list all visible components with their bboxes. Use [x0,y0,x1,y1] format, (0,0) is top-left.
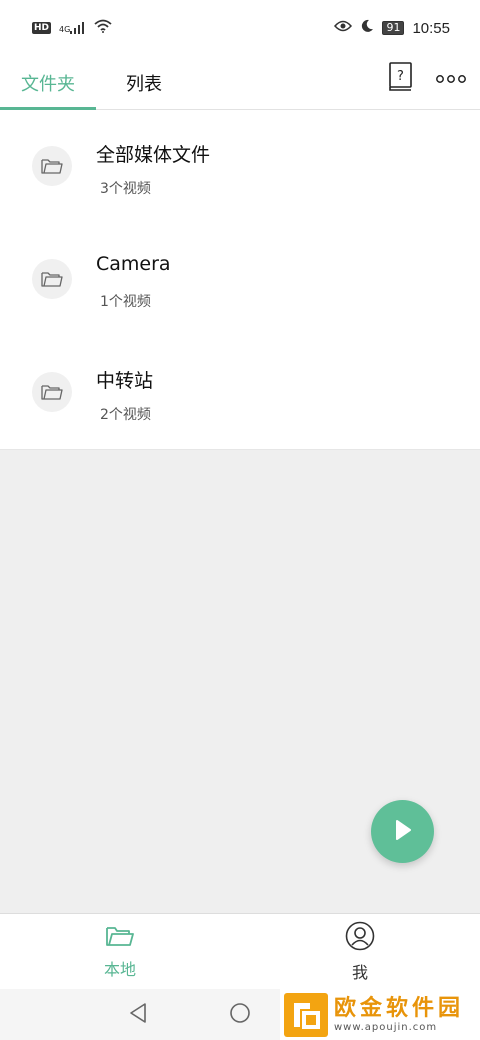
folder-icon [32,372,72,412]
home-icon [229,1002,251,1028]
watermark-title: 欧金软件园 [334,995,465,1021]
battery-icon: 91 [382,21,405,35]
watermark: 欧金软件园 www.apoujin.com [280,989,480,1040]
watermark-subtitle: www.apoujin.com [334,1021,438,1033]
nav-item-local[interactable]: 本地 [0,914,240,990]
eye-icon [334,20,353,36]
play-fab-button[interactable] [371,800,434,863]
folder-name: Camera [96,253,171,275]
moon-icon [360,19,374,37]
svg-text:?: ? [397,69,404,84]
folder-video-count: 1个视频 [100,294,151,310]
status-left: HD 4G [32,19,112,37]
nav-label-local: 本地 [103,960,136,979]
watermark-text: 欧金软件园 www.apoujin.com [334,996,464,1034]
status-right: 91 10:55 [334,19,450,37]
back-button[interactable] [124,1001,152,1029]
folder-name: 全部媒体文件 [96,144,211,166]
watermark-logo-icon [284,992,328,1037]
user-icon [345,921,375,955]
status-bar: HD 4G 91 10:55 [0,0,480,56]
tab-list[interactable]: 列表 [96,56,192,110]
back-icon [128,1002,148,1028]
folder-icon [32,259,72,299]
help-book-icon: ? [389,62,413,96]
network-type: 4G [59,25,71,34]
nav-label-me: 我 [351,963,368,982]
folder-row[interactable]: Camera 1个视频 [0,223,480,336]
folder-icon [105,924,135,952]
nav-item-me[interactable]: 我 [240,914,480,990]
signal-icon: 4G [59,22,86,34]
hd-badge: HD [32,22,52,34]
folder-list: 全部媒体文件 3个视频 Camera 1个视频 中转站 2个视频 [0,110,480,450]
status-time: 10:55 [412,19,450,37]
wifi-icon [94,19,112,37]
folder-video-count: 2个视频 [100,407,151,423]
play-icon [393,819,413,845]
more-dots-icon [436,69,466,88]
help-button[interactable]: ? [388,62,414,96]
folder-name: 中转站 [96,370,154,392]
tab-folders[interactable]: 文件夹 [0,56,96,110]
top-tab-bar: 文件夹 列表 ? [0,56,480,110]
more-options-button[interactable] [434,68,468,88]
folder-video-count: 3个视频 [100,181,151,197]
bottom-nav: 本地 我 [0,913,480,989]
folder-icon [32,146,72,186]
folder-row[interactable]: 中转站 2个视频 [0,336,480,449]
home-button[interactable] [226,1001,254,1029]
folder-row[interactable]: 全部媒体文件 3个视频 [0,110,480,223]
